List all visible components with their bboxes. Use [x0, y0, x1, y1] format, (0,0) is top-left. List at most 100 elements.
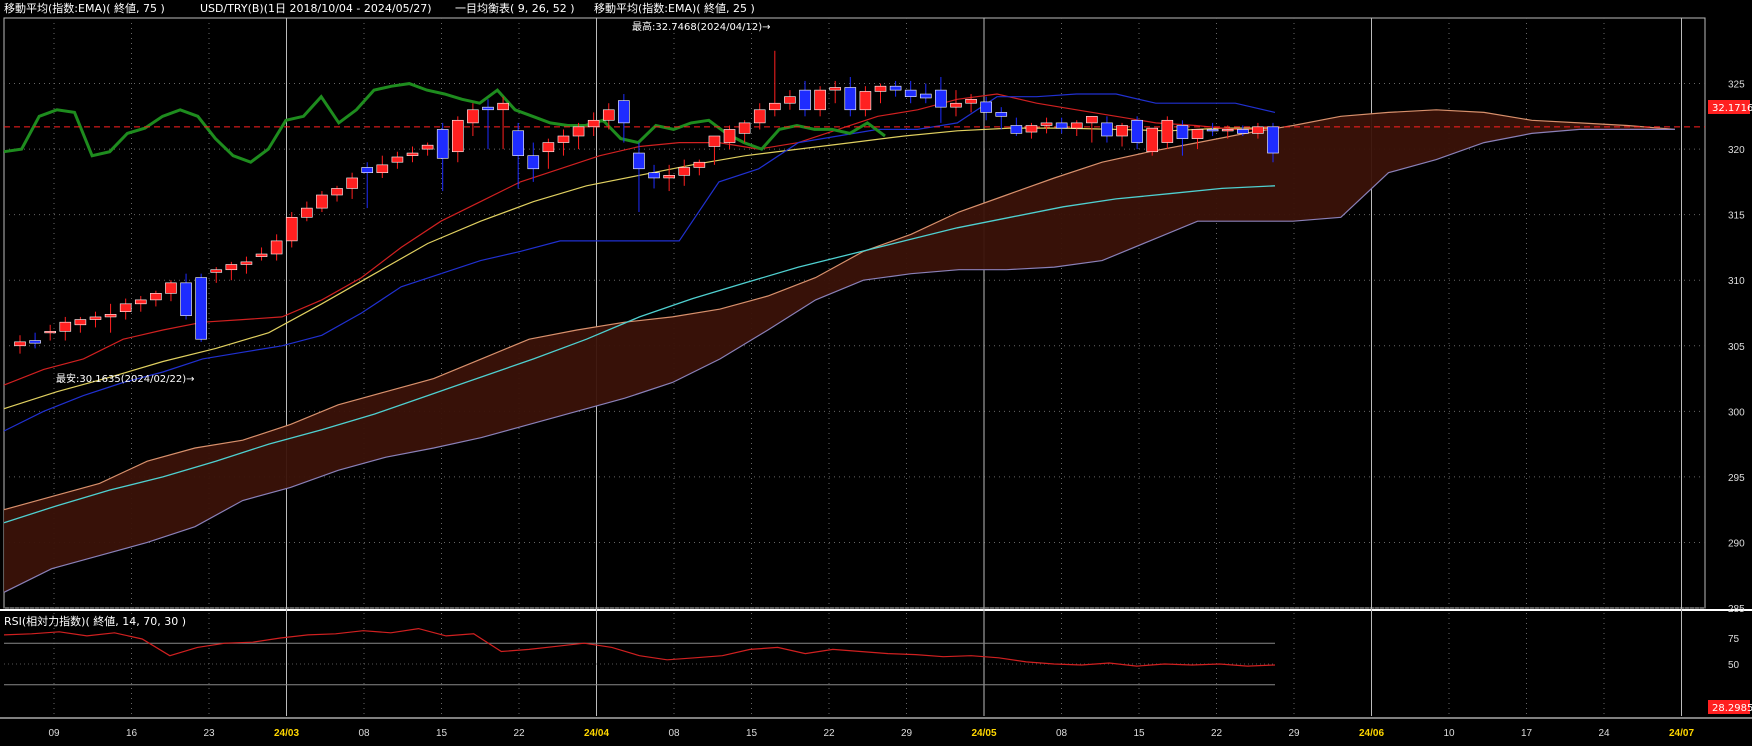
- candle-up: [285, 216, 298, 242]
- candle-up: [44, 331, 56, 334]
- candle-up: [738, 122, 751, 134]
- candle-down: [436, 129, 449, 159]
- y-tick-label: 320: [1728, 145, 1745, 156]
- x-tick-label: 24/03: [274, 728, 299, 739]
- header-ema25-label: 移動平均(指数:EMA)( 終値, 25 ): [594, 1, 755, 15]
- x-tick-label: 16: [126, 728, 138, 739]
- candle-up: [557, 135, 570, 143]
- x-tick-label: 08: [358, 728, 370, 739]
- candle-down: [29, 340, 41, 344]
- candle-up: [693, 161, 706, 168]
- rsi-tick-label: 50: [1728, 660, 1740, 671]
- candle-down: [195, 277, 207, 340]
- candle-down: [527, 155, 540, 170]
- x-tick-label: 22: [513, 728, 525, 739]
- candle-down: [180, 282, 192, 316]
- candle-down: [1176, 125, 1189, 139]
- x-tick-label: 08: [668, 728, 680, 739]
- candle-down: [980, 101, 992, 113]
- x-tick-label: 15: [1133, 728, 1145, 739]
- candle-up: [1252, 126, 1264, 134]
- candle-up: [331, 188, 343, 196]
- candle-up: [678, 167, 691, 176]
- candle-up: [1070, 122, 1083, 129]
- candle-up: [240, 261, 253, 265]
- candle-down: [482, 106, 494, 111]
- x-tick-label: 24/06: [1359, 728, 1384, 739]
- candle-up: [1025, 125, 1038, 133]
- candle-down: [844, 87, 857, 111]
- candle-up: [150, 293, 162, 301]
- candle-up: [497, 102, 509, 111]
- candle-up: [950, 102, 962, 108]
- x-tick-label: 23: [203, 728, 215, 739]
- x-tick-label: 24/05: [971, 728, 996, 739]
- candle-up: [859, 91, 872, 111]
- rsi-tick-label: 75: [1728, 634, 1740, 645]
- x-tick-label: 24: [1598, 728, 1610, 739]
- candle-down: [648, 172, 660, 179]
- candle-up: [59, 321, 72, 332]
- y-tick-label: 315: [1728, 211, 1745, 222]
- candle-up: [1040, 122, 1053, 126]
- candle-down: [633, 152, 645, 170]
- candle-up: [572, 126, 585, 137]
- candle-up: [1161, 119, 1174, 143]
- x-tick-label: 08: [1056, 728, 1068, 739]
- candle-up: [542, 142, 555, 153]
- candle-up: [104, 314, 117, 318]
- candle-down: [904, 89, 917, 97]
- x-tick-label: 29: [901, 728, 913, 739]
- candle-up: [210, 269, 223, 273]
- y-tick-label: 300: [1728, 407, 1745, 418]
- candle-up: [74, 319, 87, 326]
- x-tick-label: 15: [436, 728, 448, 739]
- candle-up: [301, 207, 313, 218]
- candle-up: [1146, 127, 1159, 153]
- candle-up: [769, 102, 781, 111]
- low-annotation: 最安:30.1635(2024/02/22)→: [56, 372, 195, 385]
- x-tick-label: 15: [746, 728, 758, 739]
- candle-up: [1191, 129, 1204, 139]
- candle-down: [919, 93, 932, 99]
- candle-up: [14, 341, 26, 347]
- candle-up: [225, 264, 238, 271]
- candle-down: [995, 112, 1008, 117]
- chart-background: [0, 0, 1752, 746]
- y-tick-label: 290: [1728, 538, 1745, 549]
- candle-up: [753, 109, 766, 124]
- candle-up: [119, 303, 132, 312]
- candle-up: [874, 85, 887, 92]
- high-annotation: 最高:32.7468(2024/04/12)→: [632, 20, 771, 33]
- candle-up: [814, 89, 826, 111]
- header-ema75-label: 移動平均(指数:EMA)( 終値, 75 ): [4, 1, 165, 15]
- candle-up: [602, 109, 615, 121]
- candle-down: [1131, 119, 1143, 143]
- y-tick-label: 325: [1728, 80, 1745, 91]
- candle-down: [889, 85, 902, 91]
- x-tick-label: 24/04: [584, 728, 609, 739]
- x-tick-label: 24/07: [1669, 728, 1694, 739]
- candle-up: [376, 164, 389, 174]
- candle-down: [1055, 122, 1068, 129]
- candle-down: [1267, 126, 1279, 154]
- candle-up: [270, 240, 283, 255]
- candle-down: [1206, 129, 1219, 132]
- y-tick-label: 295: [1728, 473, 1745, 484]
- last-price-label: 32.1716: [1712, 103, 1752, 114]
- x-tick-label: 17: [1521, 728, 1533, 739]
- candle-down: [799, 89, 811, 111]
- candle-up: [316, 194, 328, 209]
- candle-up: [587, 119, 600, 128]
- candle-up: [708, 135, 721, 147]
- x-tick-label: 10: [1443, 728, 1455, 739]
- x-tick-label: 22: [1211, 728, 1223, 739]
- rsi-header-label: RSI(相対力指数)( 終値, 14, 70, 30 ): [4, 614, 186, 628]
- candle-up: [451, 119, 464, 153]
- candle-up: [1221, 129, 1234, 132]
- rsi-last-label: 28.2985: [1712, 703, 1752, 714]
- x-tick-label: 29: [1288, 728, 1300, 739]
- candle-up: [391, 156, 404, 163]
- candle-up: [89, 316, 102, 320]
- candle-up: [406, 152, 419, 156]
